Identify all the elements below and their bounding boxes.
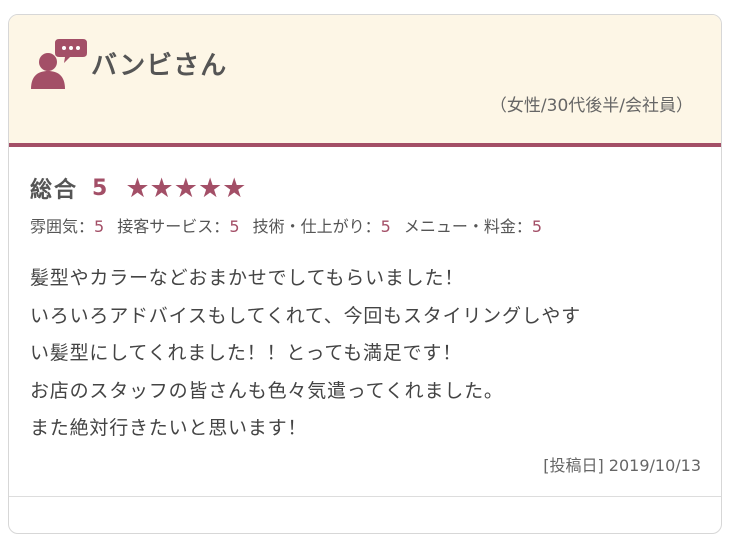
sub-rating-value: 5 [229, 217, 240, 236]
sub-rating-value: 5 [380, 217, 391, 236]
sub-rating-menu-price: メニュー・料金：5 [404, 217, 542, 236]
review-card: バンビさん （女性/30代後半/会社員） 総合 5 ★★★★★ 雰囲気：5 接客… [8, 14, 722, 534]
comment-line: 髪型やカラーなどおまかせでしてもらいました！ [30, 267, 465, 289]
sub-rating-atmosphere: 雰囲気：5 [30, 217, 104, 236]
user-chat-icon [31, 39, 87, 89]
review-header: バンビさん （女性/30代後半/会社員） [9, 15, 721, 147]
review-comment: 髪型やカラーなどおまかせでしてもらいました！ いろいろアドバイスもしてくれて、今… [30, 260, 710, 448]
sub-rating-label: 技術・仕上がり： [252, 217, 381, 236]
reviewer-name: バンビさん [91, 51, 228, 81]
comment-line: また絶対行きたいと思います！ [30, 417, 308, 439]
sub-rating-label: メニュー・料金： [403, 217, 532, 236]
overall-label: 総合 [30, 178, 79, 203]
sub-rating-value: 5 [531, 217, 543, 236]
sub-rating-service: 接客サービス：5 [117, 217, 239, 236]
divider [9, 496, 721, 497]
overall-rating: 総合 5 ★★★★★ [30, 171, 246, 205]
sub-rating-technique: 技術・仕上がり：5 [253, 217, 391, 236]
posted-date: [投稿日] 2019/10/13 [543, 456, 701, 475]
overall-score: 5 [92, 175, 108, 201]
comment-line: お店のスタッフの皆さんも色々気遣ってくれました。 [30, 379, 504, 402]
sub-rating-label: 接客サービス： [117, 217, 230, 236]
sub-rating-value: 5 [94, 217, 105, 236]
comment-line: い髪型にしてくれました！！とっても満足です！ [30, 342, 462, 364]
comment-line: いろいろアドバイスもしてくれて、今回もスタイリングしやす [30, 304, 581, 327]
reviewer-profile: （女性/30代後半/会社員） [489, 96, 693, 116]
sub-rating-label: 雰囲気： [30, 217, 95, 236]
sub-ratings: 雰囲気：5 接客サービス：5 技術・仕上がり：5 メニュー・料金：5 [30, 213, 550, 237]
star-rating: ★★★★★ [125, 172, 247, 204]
